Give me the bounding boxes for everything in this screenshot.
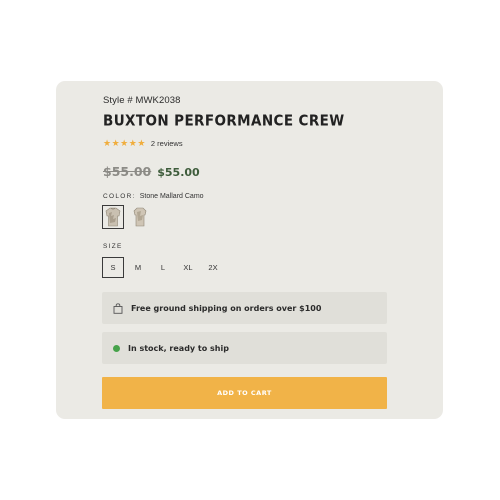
shopping-bag-icon (113, 302, 123, 314)
stock-banner: In stock, ready to ship (102, 332, 387, 364)
size-option-m[interactable]: M (127, 257, 149, 278)
star-icon: ★ (137, 138, 146, 148)
price-row: $55.00 $55.00 (103, 164, 200, 179)
color-swatch-back[interactable] (129, 205, 151, 229)
shirt-back-icon (133, 207, 147, 227)
star-rating: ★ ★ ★ ★ ★ (103, 139, 146, 148)
reviews-link[interactable]: 2 reviews (151, 139, 183, 148)
stock-text: In stock, ready to ship (128, 343, 229, 353)
star-icon: ★ (128, 138, 137, 148)
size-option-l[interactable]: L (152, 257, 174, 278)
size-label: SIZE (103, 243, 123, 250)
product-title: BUXTON PERFORMANCE CREW (103, 112, 345, 130)
sale-price: $55.00 (157, 166, 200, 179)
size-option-xl[interactable]: XL (177, 257, 199, 278)
in-stock-dot-icon (113, 344, 120, 352)
size-options: S M L XL 2X (102, 257, 227, 278)
product-card: Style # MWK2038 BUXTON PERFORMANCE CREW … (56, 81, 443, 419)
color-row: COLOR: Stone Mallard Camo (103, 193, 204, 200)
color-swatches (102, 205, 156, 229)
size-option-2x[interactable]: 2X (202, 257, 224, 278)
color-swatch-front[interactable] (102, 205, 124, 229)
style-number: Style # MWK2038 (103, 95, 181, 106)
shipping-banner: Free ground shipping on orders over $100 (102, 292, 387, 324)
star-icon: ★ (120, 138, 129, 148)
color-label: COLOR: (103, 193, 136, 200)
shirt-front-icon (105, 207, 121, 227)
color-name: Stone Mallard Camo (139, 193, 204, 200)
shipping-text: Free ground shipping on orders over $100 (131, 303, 322, 313)
add-to-cart-button[interactable]: ADD TO CART (102, 377, 387, 409)
original-price: $55.00 (103, 164, 152, 179)
star-icon: ★ (103, 138, 112, 148)
star-icon: ★ (111, 138, 120, 148)
rating-row[interactable]: ★ ★ ★ ★ ★ 2 reviews (103, 139, 183, 149)
size-option-s[interactable]: S (102, 257, 124, 278)
